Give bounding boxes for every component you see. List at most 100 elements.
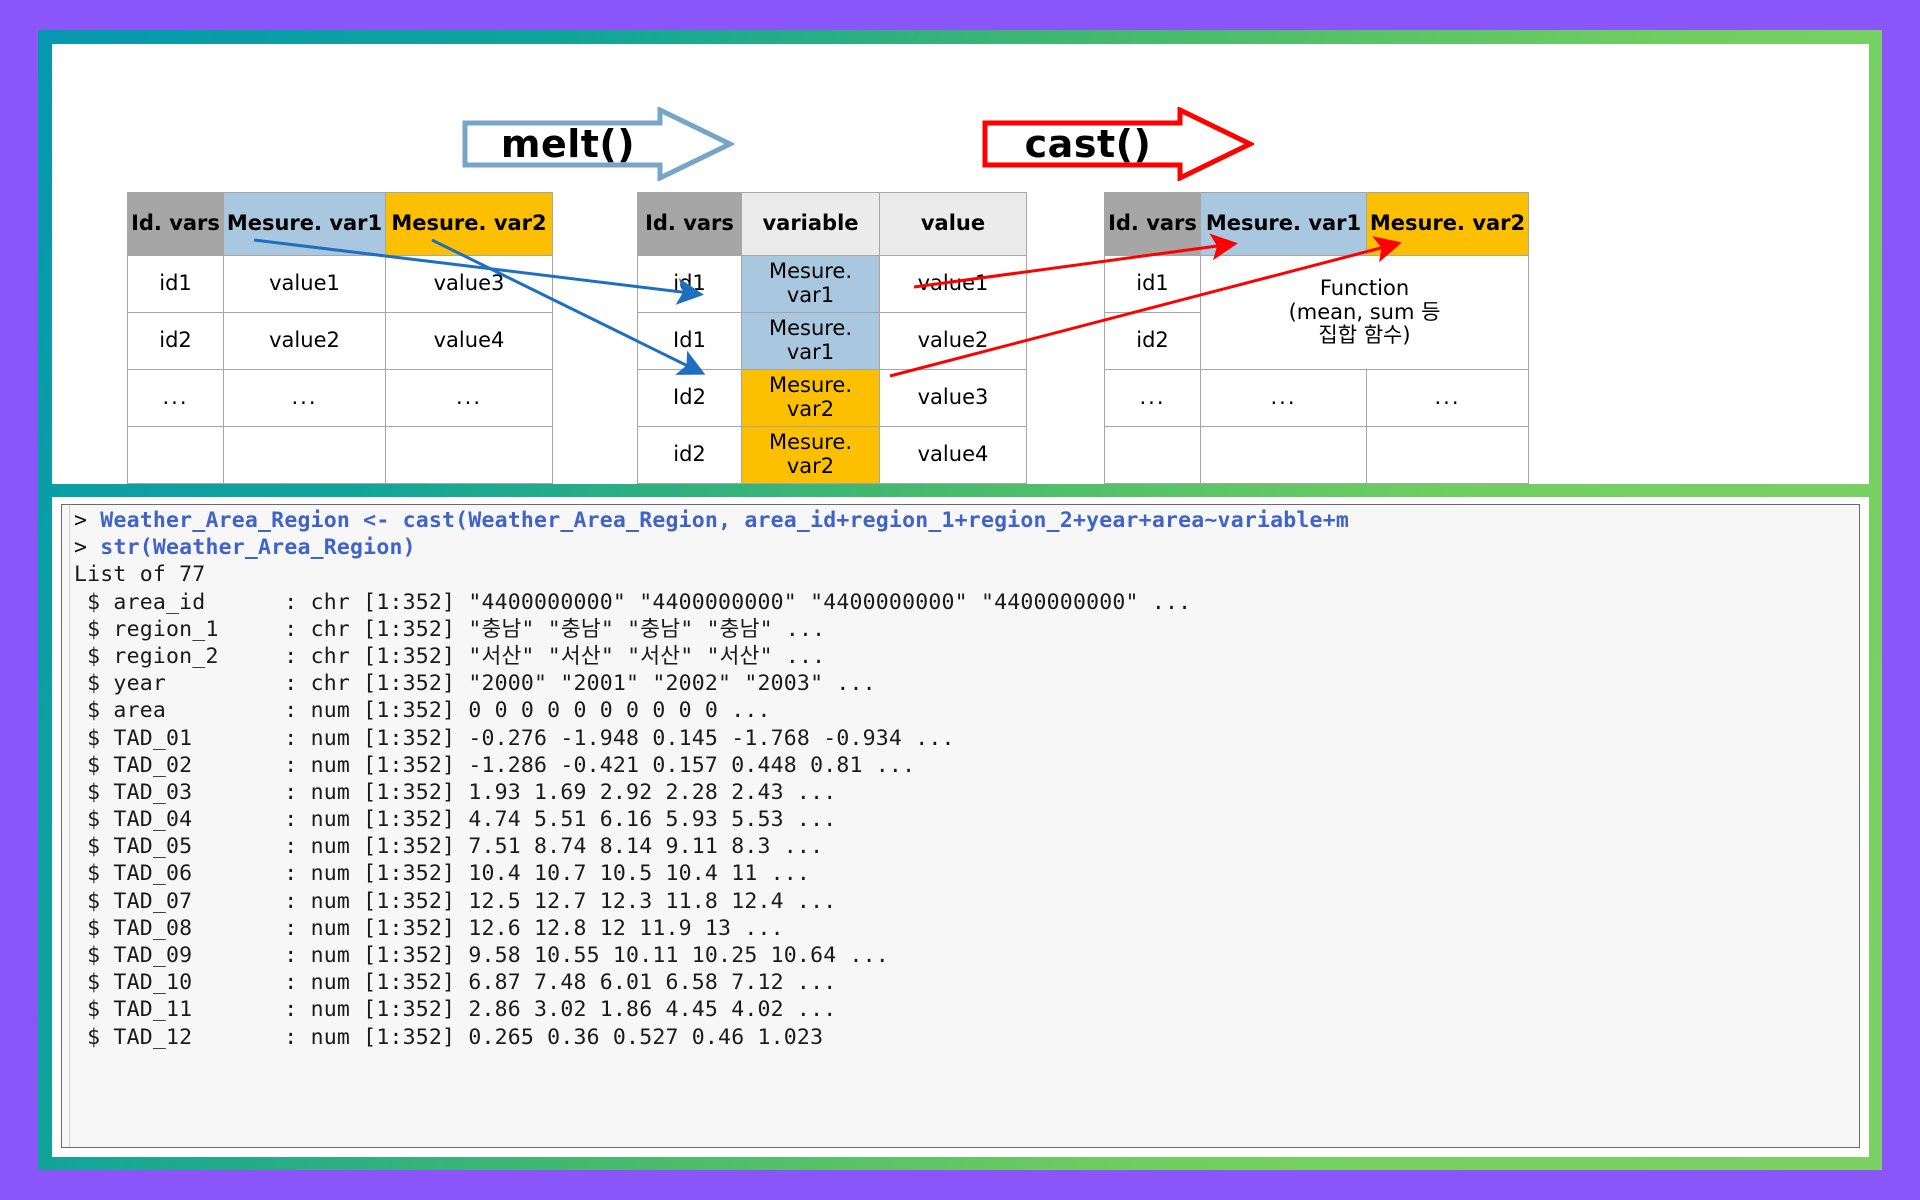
cell xyxy=(223,483,386,484)
table-row: ... ... ... xyxy=(637,483,1027,484)
cell: Mesure. var2 xyxy=(741,369,880,427)
cell xyxy=(1104,426,1201,484)
table-row xyxy=(1104,483,1529,484)
console-panel: > Weather_Area_Region <- cast(Weather_Ar… xyxy=(52,497,1869,1157)
table-row xyxy=(127,426,553,484)
melt-banner-label: melt() xyxy=(500,122,636,166)
diagram-panel: melt() cast() Id. vars Mesure. var1 Mesu… xyxy=(52,44,1869,484)
cell xyxy=(1200,483,1367,484)
table-row xyxy=(1104,426,1529,484)
cell: ... xyxy=(637,483,742,484)
console-line: $ TAD_06 : num [1:352] 10.4 10.7 10.5 10… xyxy=(74,861,811,887)
table-row xyxy=(127,483,553,484)
cast-header-var2: Mesure. var2 xyxy=(1366,192,1529,256)
cast-banner: cast() xyxy=(982,107,1254,181)
cell: value1 xyxy=(879,255,1027,313)
cell: value4 xyxy=(385,312,553,370)
cell: ... xyxy=(741,483,880,484)
source-header-var1: Mesure. var1 xyxy=(223,192,386,256)
console-gutter xyxy=(62,505,70,1147)
console-line: > Weather_Area_Region <- cast(Weather_Ar… xyxy=(74,508,1349,533)
table-row: ... ... ... xyxy=(127,369,553,427)
console-line: $ region_2 : chr [1:352] "서산" "서산" "서산" … xyxy=(74,643,826,669)
console-line: $ TAD_04 : num [1:352] 4.74 5.51 6.16 5.… xyxy=(74,807,837,833)
console-line: $ TAD_02 : num [1:352] -1.286 -0.421 0.1… xyxy=(74,752,916,778)
table-header-row: Id. vars Mesure. var1 Mesure. var2 xyxy=(1104,192,1529,256)
cell: ... xyxy=(1200,369,1367,427)
console-output[interactable]: > Weather_Area_Region <- cast(Weather_Ar… xyxy=(74,507,1859,1051)
cell: value3 xyxy=(385,255,553,313)
melted-table: Id. vars variable value id1 Mesure. var1… xyxy=(637,192,1027,484)
console-line: $ TAD_03 : num [1:352] 1.93 1.69 2.92 2.… xyxy=(74,779,837,805)
cell: id2 xyxy=(127,312,224,370)
cell: value2 xyxy=(879,312,1027,370)
table-row: Id2 Mesure. var2 value3 xyxy=(637,369,1027,427)
console-line: $ TAD_07 : num [1:352] 12.5 12.7 12.3 11… xyxy=(74,888,837,914)
cell: id1 xyxy=(1104,255,1201,313)
cell: Id2 xyxy=(637,369,742,427)
cast-function-note: Function (mean, sum 등 집합 함수) xyxy=(1200,255,1529,370)
console-line: $ TAD_09 : num [1:352] 9.58 10.55 10.11 … xyxy=(74,943,889,968)
melted-header-id: Id. vars xyxy=(637,192,742,256)
cast-header-var1: Mesure. var1 xyxy=(1200,192,1367,256)
slide-canvas: melt() cast() Id. vars Mesure. var1 Mesu… xyxy=(0,0,1920,1200)
cell: value2 xyxy=(223,312,386,370)
cell: ... xyxy=(385,369,553,427)
cell xyxy=(385,483,553,484)
console-line: > str(Weather_Area_Region) xyxy=(74,535,416,561)
cell: Mesure. var1 xyxy=(741,312,880,370)
table-row: id1 value1 value3 xyxy=(127,255,553,313)
source-header-var2: Mesure. var2 xyxy=(385,192,553,256)
cell: Mesure. var2 xyxy=(741,426,880,484)
melted-header-variable: variable xyxy=(741,192,880,256)
source-header-id: Id. vars xyxy=(127,192,224,256)
table-row: id1 Function (mean, sum 등 집합 함수) xyxy=(1104,255,1529,370)
console-line: $ year : chr [1:352] "2000" "2001" "2002… xyxy=(74,671,876,697)
console-line: $ area_id : chr [1:352] "4400000000" "44… xyxy=(74,589,1192,615)
cell xyxy=(385,426,553,484)
table-row: Id1 Mesure. var1 value2 xyxy=(637,312,1027,370)
cell xyxy=(1200,426,1367,484)
console-box[interactable]: > Weather_Area_Region <- cast(Weather_Ar… xyxy=(61,504,1860,1148)
melt-banner: melt() xyxy=(462,107,734,181)
cell: ... xyxy=(1366,369,1529,427)
cell: value3 xyxy=(879,369,1027,427)
cell: id2 xyxy=(1104,312,1201,370)
console-line: $ TAD_05 : num [1:352] 7.51 8.74 8.14 9.… xyxy=(74,834,824,860)
console-line: $ TAD_12 : num [1:352] 0.265 0.36 0.527 … xyxy=(74,1024,824,1050)
cell xyxy=(1104,483,1201,484)
console-line: $ TAD_10 : num [1:352] 6.87 7.48 6.01 6.… xyxy=(74,970,837,996)
cell: Id1 xyxy=(637,312,742,370)
cell: value4 xyxy=(879,426,1027,484)
cell: ... xyxy=(879,483,1027,484)
cell: id1 xyxy=(127,255,224,313)
cell: id2 xyxy=(637,426,742,484)
cast-banner-label: cast() xyxy=(1024,122,1152,166)
table-row: id2 value2 value4 xyxy=(127,312,553,370)
console-line: $ region_1 : chr [1:352] "충남" "충남" "충남" … xyxy=(74,616,826,642)
cell: Mesure. var1 xyxy=(741,255,880,313)
melted-header-value: value xyxy=(879,192,1027,256)
cell xyxy=(223,426,386,484)
cell xyxy=(1366,483,1529,484)
cell: id1 xyxy=(637,255,742,313)
table-row: ... ... ... xyxy=(1104,369,1529,427)
console-line: $ TAD_11 : num [1:352] 2.86 3.02 1.86 4.… xyxy=(74,997,837,1023)
cast-header-id: Id. vars xyxy=(1104,192,1201,256)
cell: value1 xyxy=(223,255,386,313)
cast-table: Id. vars Mesure. var1 Mesure. var2 id1 F… xyxy=(1104,192,1529,484)
console-line: $ TAD_08 : num [1:352] 12.6 12.8 12 11.9… xyxy=(74,915,784,941)
cell xyxy=(1366,426,1529,484)
cell: ... xyxy=(223,369,386,427)
table-header-row: Id. vars Mesure. var1 Mesure. var2 xyxy=(127,192,553,256)
source-table: Id. vars Mesure. var1 Mesure. var2 id1 v… xyxy=(127,192,553,484)
console-line: List of 77 xyxy=(74,562,206,588)
table-row: id1 Mesure. var1 value1 xyxy=(637,255,1027,313)
cell xyxy=(127,483,224,484)
table-row: id2 Mesure. var2 value4 xyxy=(637,426,1027,484)
cell xyxy=(127,426,224,484)
console-line: $ TAD_01 : num [1:352] -0.276 -1.948 0.1… xyxy=(74,725,955,751)
console-line: $ area : num [1:352] 0 0 0 0 0 0 0 0 0 0… xyxy=(74,698,771,724)
cell: ... xyxy=(1104,369,1201,427)
table-header-row: Id. vars variable value xyxy=(637,192,1027,256)
